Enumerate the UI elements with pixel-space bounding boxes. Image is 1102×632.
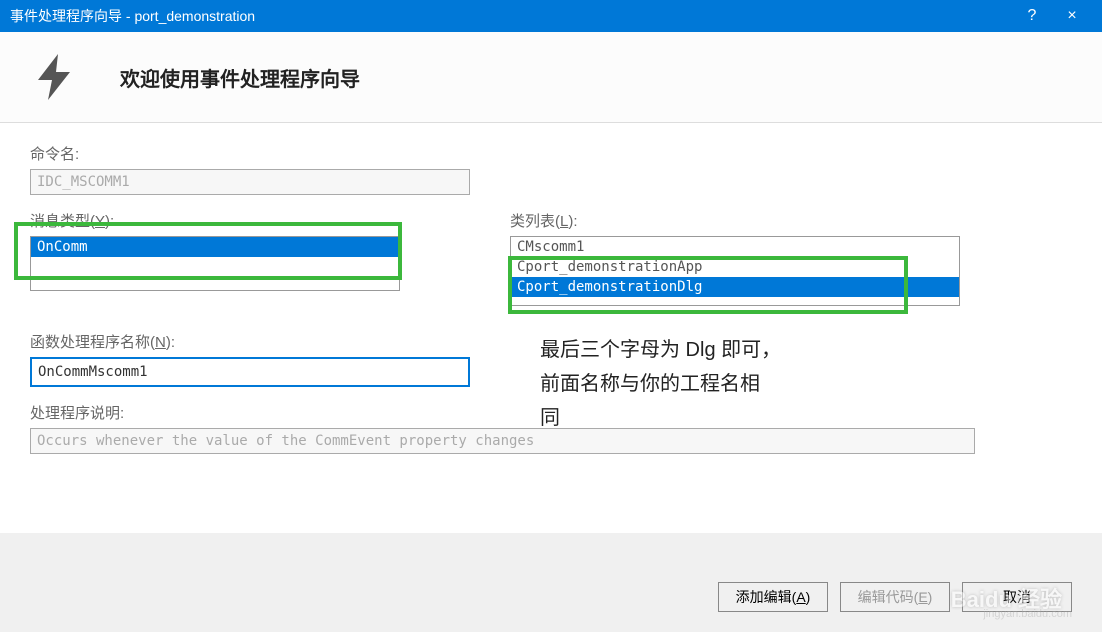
edit-code-button[interactable]: 编辑代码(E)	[840, 582, 950, 612]
window-title: 事件处理程序向导 - port_demonstration	[10, 6, 1012, 26]
command-name-label: 命令名:	[30, 143, 1072, 164]
list-item[interactable]: Cport_demonstrationApp	[511, 257, 959, 277]
command-name-input	[30, 169, 470, 195]
titlebar: 事件处理程序向导 - port_demonstration ? ×	[0, 0, 1102, 32]
handler-name-input[interactable]	[30, 357, 470, 387]
class-list-label: 类列表(L):	[510, 210, 1072, 231]
message-type-label: 消息类型(Y):	[30, 210, 470, 231]
wizard-header: 欢迎使用事件处理程序向导	[0, 32, 1102, 123]
add-edit-button[interactable]: 添加编辑(A)	[718, 582, 828, 612]
footer-buttons: 添加编辑(A) 编辑代码(E) 取消	[718, 582, 1072, 612]
wizard-title: 欢迎使用事件处理程序向导	[120, 63, 360, 92]
wizard-content: 命令名: 消息类型(Y): OnComm 类列表(L): CMscomm1 Cp…	[0, 123, 1102, 533]
handler-desc-input	[30, 428, 975, 454]
cancel-button[interactable]: 取消	[962, 582, 1072, 612]
class-list-listbox[interactable]: CMscomm1 Cport_demonstrationApp Cport_de…	[510, 236, 960, 306]
annotation-text: 最后三个字母为 Dlg 即可， 前面名称与你的工程名相 同	[540, 333, 781, 435]
lightning-icon	[30, 52, 80, 102]
list-item[interactable]: Cport_demonstrationDlg	[511, 277, 959, 297]
help-button[interactable]: ?	[1012, 7, 1052, 25]
close-button[interactable]: ×	[1052, 7, 1092, 25]
message-type-listbox[interactable]: OnComm	[30, 236, 400, 291]
list-item[interactable]: OnComm	[31, 237, 399, 257]
list-item[interactable]: CMscomm1	[511, 237, 959, 257]
